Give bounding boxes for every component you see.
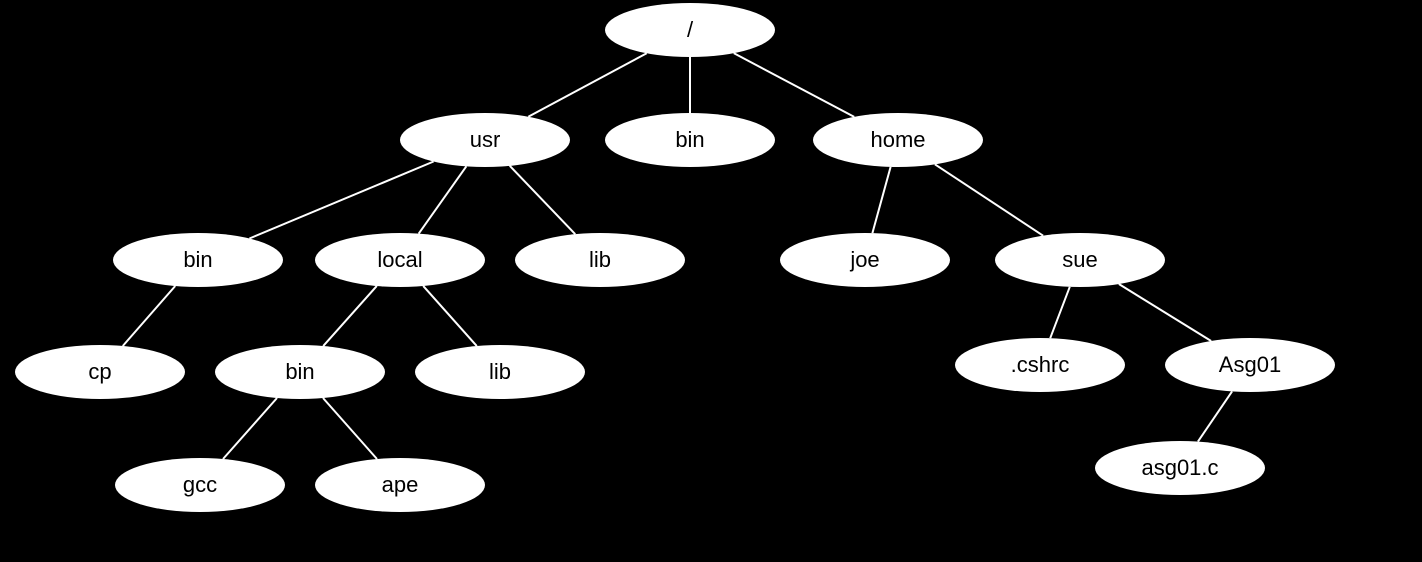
edge-sue-asg01_dir [1119,284,1211,341]
node-usr: usr [400,113,570,167]
node-lib_usr: lib [515,233,685,287]
node-cp: cp [15,345,185,399]
node-joe: joe [780,233,950,287]
edge-bin_local-ape [323,398,377,459]
edge-home-sue [935,164,1043,235]
node-root: / [605,3,775,57]
edge-usr-bin_usr [249,161,433,238]
node-ape: ape [315,458,485,512]
node-sue: sue [995,233,1165,287]
edge-root-home [734,53,854,117]
node-gcc: gcc [115,458,285,512]
node-bin_usr: bin [113,233,283,287]
node-home: home [813,113,983,167]
node-bin_root: bin [605,113,775,167]
edge-usr-lib_usr [510,166,575,234]
edge-local-lib_local [423,286,477,346]
edge-bin_usr-cp [123,286,175,346]
edge-root-usr [528,53,646,117]
edge-sue-cshrc [1050,287,1070,338]
node-asg01_dir: Asg01 [1165,338,1335,392]
edge-usr-local [419,166,467,233]
node-cshrc: .cshrc [955,338,1125,392]
edge-asg01_dir-asg01c [1198,391,1232,441]
node-asg01c: asg01.c [1095,441,1265,495]
edge-home-joe [872,167,890,233]
edge-local-bin_local [323,286,377,346]
edge-bin_local-gcc [223,398,277,459]
node-bin_local: bin [215,345,385,399]
node-lib_local: lib [415,345,585,399]
node-local: local [315,233,485,287]
